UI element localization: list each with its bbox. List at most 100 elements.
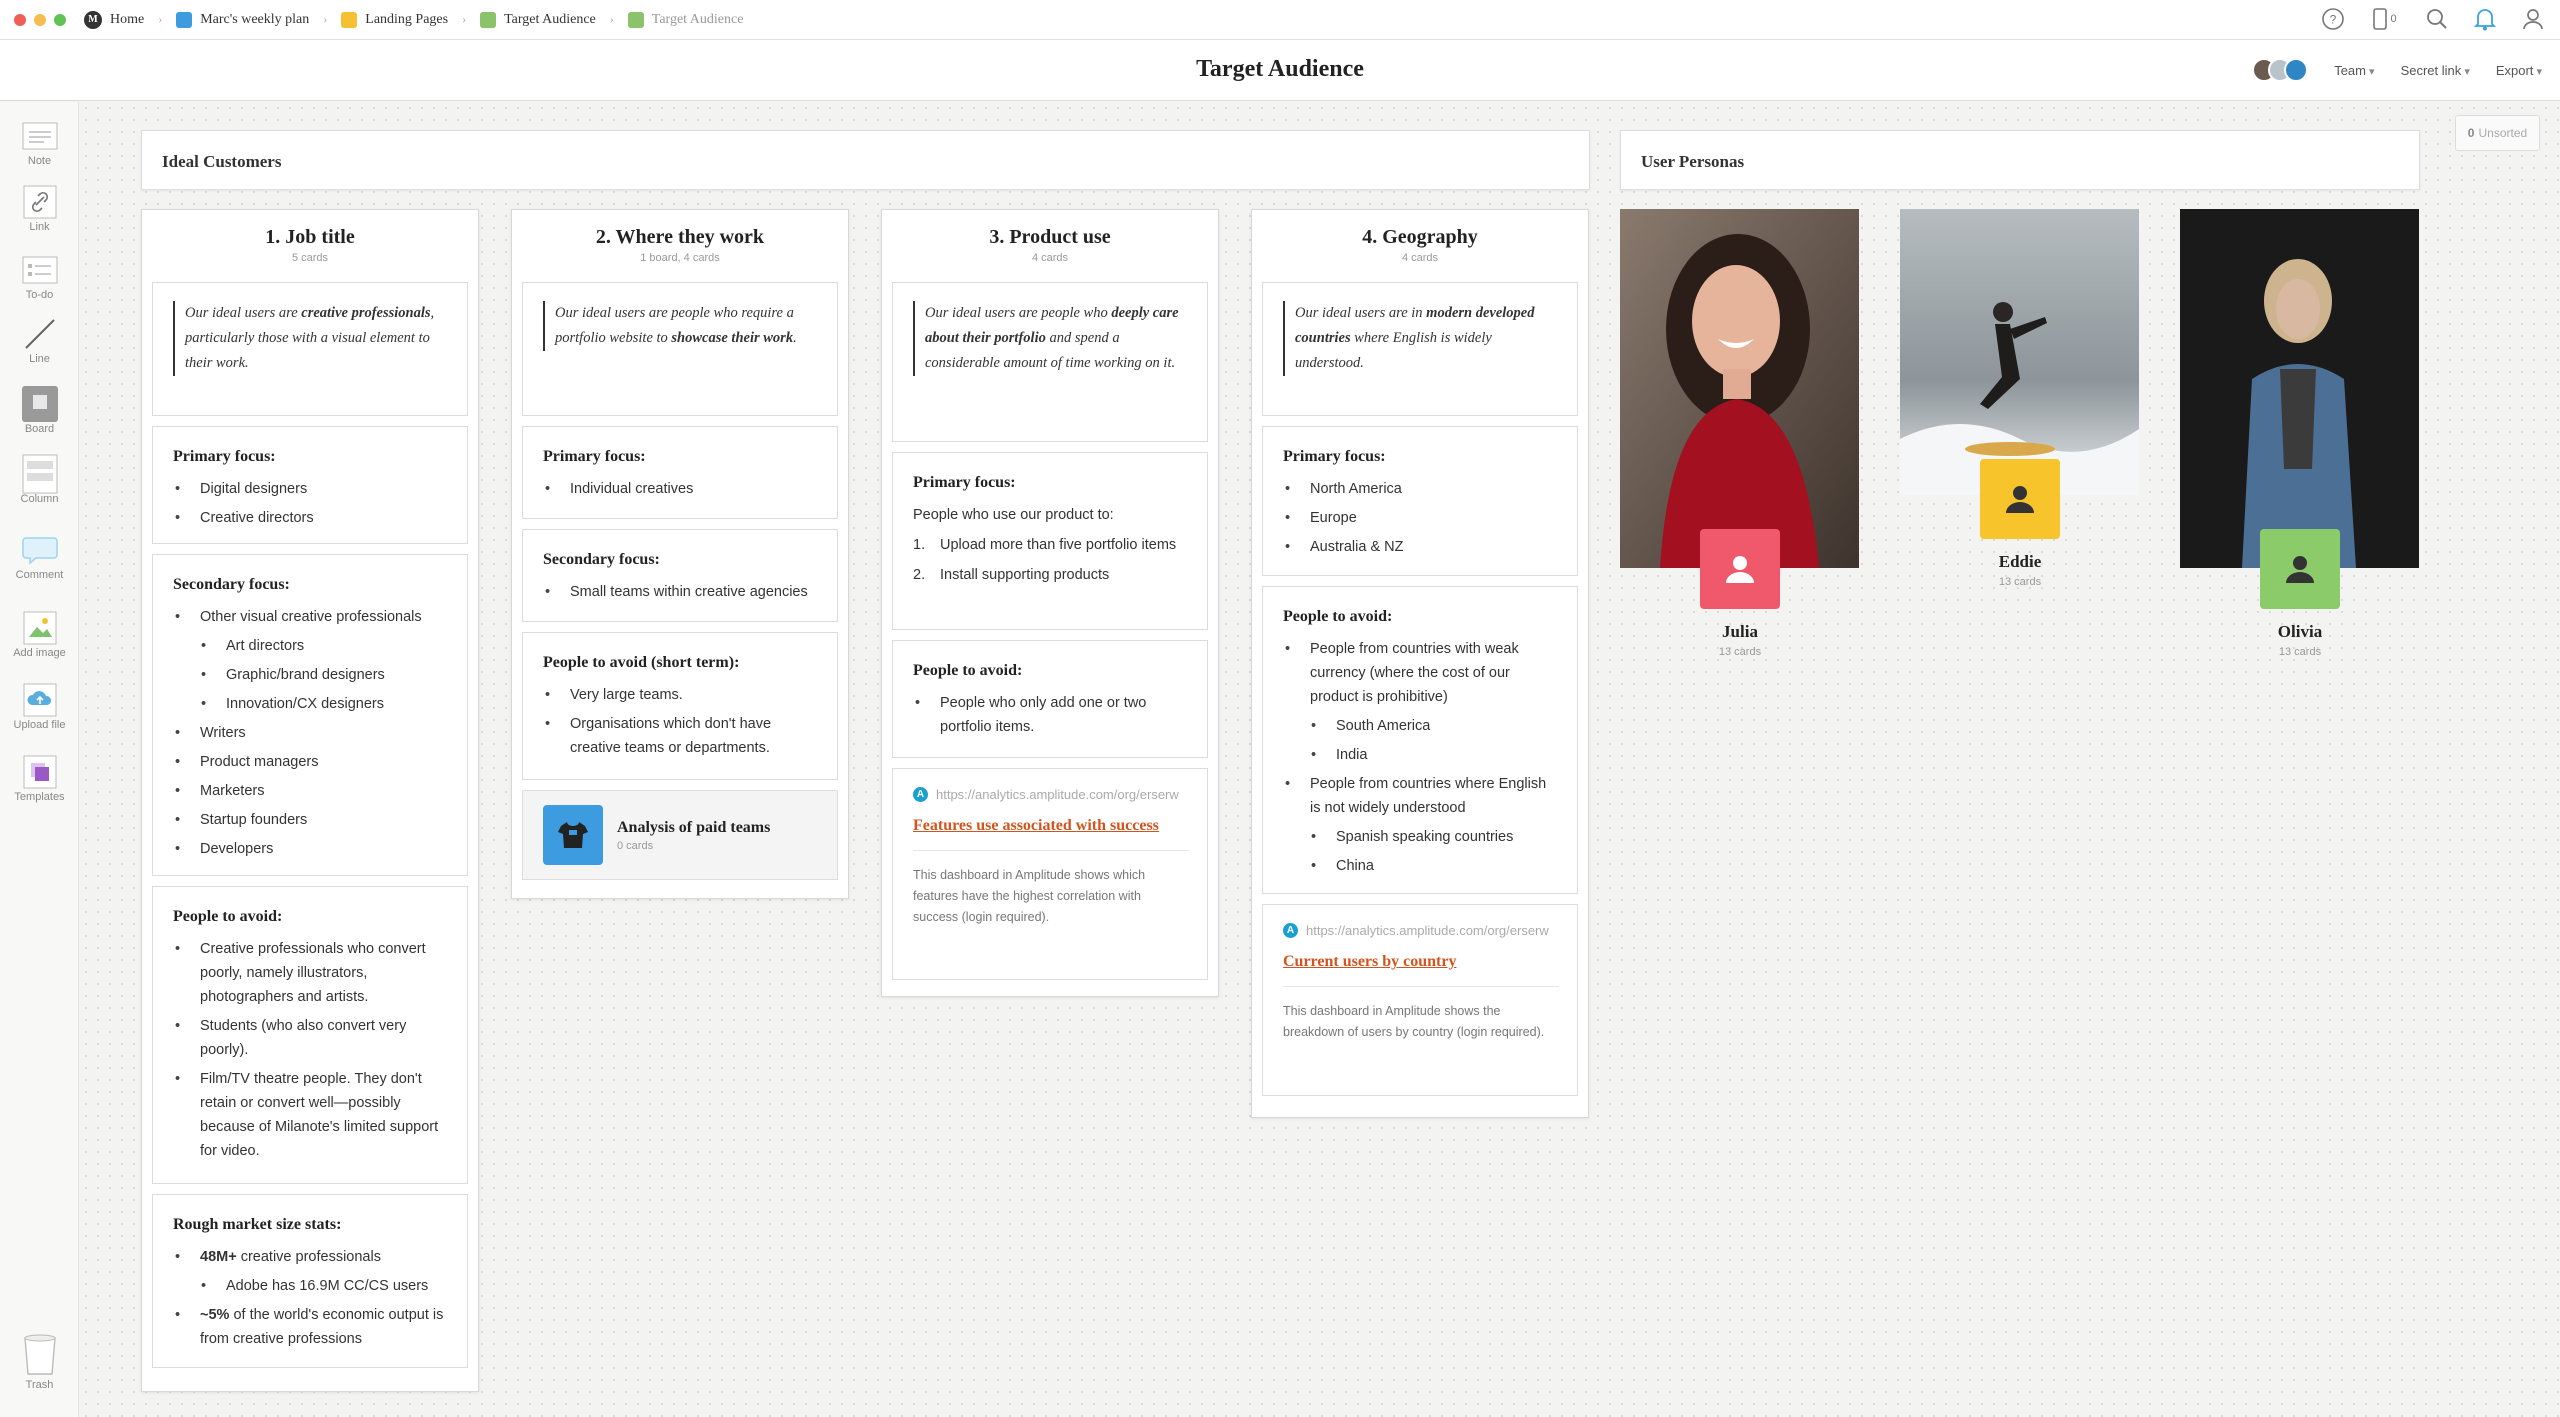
persona-photo-eddie[interactable] xyxy=(1900,209,2139,495)
note-card[interactable]: Primary focus: Individual creatives xyxy=(522,426,838,519)
minimize-window-button[interactable] xyxy=(34,13,46,26)
comment-icon xyxy=(21,534,58,566)
list-item: Small teams within creative agencies xyxy=(543,580,817,604)
page-title[interactable]: Target Audience xyxy=(0,56,2560,83)
breadcrumb-weekly-plan[interactable]: Marc's weekly plan xyxy=(176,11,309,28)
chevron-right-icon: › xyxy=(462,12,467,26)
help-icon[interactable]: ? xyxy=(2320,6,2346,32)
list-item: Developers xyxy=(173,837,447,861)
svg-text:?: ? xyxy=(2330,13,2337,27)
column-geography[interactable]: 4. Geography 4 cards Our ideal users are… xyxy=(1251,209,1589,1118)
tool-note[interactable]: Note xyxy=(0,120,79,167)
list-item: Organisations which don't have creative … xyxy=(543,712,817,760)
list-item: Students (who also convert very poorly). xyxy=(173,1014,447,1062)
column-title: 2. Where they work xyxy=(595,226,765,248)
section-user-personas[interactable]: User Personas xyxy=(1620,130,2420,190)
list-item: Spanish speaking countries xyxy=(1283,825,1557,849)
link-description: This dashboard in Amplitude shows the br… xyxy=(1283,986,1559,1043)
quote-card[interactable]: Our ideal users are people who deeply ca… xyxy=(892,282,1208,442)
persona-photo-olivia[interactable] xyxy=(2180,209,2419,568)
avatar xyxy=(2284,58,2309,82)
breadcrumb-home[interactable]: M Home xyxy=(84,10,144,29)
tool-board[interactable]: Board xyxy=(0,386,79,435)
tshirt-icon xyxy=(543,805,603,865)
list-item: South America xyxy=(1283,714,1557,738)
note-card[interactable]: People to avoid (short term): Very large… xyxy=(522,632,838,780)
amplitude-icon: A xyxy=(913,787,928,802)
section-ideal-customers[interactable]: Ideal Customers xyxy=(141,130,1590,190)
link-title[interactable]: Features use associated with success xyxy=(913,816,1189,836)
list-item: Innovation/CX designers xyxy=(173,692,447,716)
tool-add-image[interactable]: Add image xyxy=(0,611,79,659)
note-card[interactable]: People to avoid: People from countries w… xyxy=(1262,586,1578,894)
maximize-window-button[interactable] xyxy=(54,13,66,26)
list-item: Startup founders xyxy=(173,808,447,832)
list-item: Individual creatives xyxy=(543,477,817,501)
note-card[interactable]: People to avoid: People who only add one… xyxy=(892,640,1208,758)
tool-trash[interactable]: Trash xyxy=(0,1334,79,1391)
top-right-icons: ? 0 xyxy=(2320,6,2546,32)
board-color-icon xyxy=(627,11,644,28)
list-item: Other visual creative professionals xyxy=(173,605,447,629)
board-card-count: 0 cards xyxy=(617,839,654,852)
column-job-title[interactable]: 1. Job title 5 cards Our ideal users are… xyxy=(141,209,479,1392)
mobile-app-icon[interactable]: 0 xyxy=(2368,6,2402,32)
quote-card[interactable]: Our ideal users are creative professiona… xyxy=(152,282,468,416)
notifications-bell-icon[interactable] xyxy=(2472,6,2498,32)
link-card-features-use[interactable]: Ahttps://analytics.amplitude.com/org/ers… xyxy=(892,768,1208,980)
list-item: Europe xyxy=(1283,506,1557,530)
tool-link[interactable]: Link xyxy=(0,185,79,233)
note-card[interactable]: Primary focus: People who use our produc… xyxy=(892,452,1208,630)
breadcrumb-landing-pages[interactable]: Landing Pages xyxy=(341,11,448,28)
tool-comment[interactable]: Comment xyxy=(0,534,79,581)
chevron-right-icon: › xyxy=(323,12,328,26)
unsorted-button[interactable]: 0 Unsorted xyxy=(2455,115,2540,151)
tool-column[interactable]: Column xyxy=(0,454,79,505)
persona-photo-julia[interactable] xyxy=(1620,209,1859,568)
persona-name: Julia xyxy=(1722,622,1758,641)
tool-line[interactable]: Line xyxy=(0,318,79,365)
breadcrumb-target-audience[interactable]: Target Audience xyxy=(480,11,596,28)
note-card[interactable]: Secondary focus: Small teams within crea… xyxy=(522,529,838,622)
column-product-use[interactable]: 3. Product use 4 cards Our ideal users a… xyxy=(881,209,1219,997)
note-card[interactable]: Rough market size stats: 48M+ creative p… xyxy=(152,1194,468,1368)
list-item: Adobe has 16.9M CC/CS users xyxy=(173,1274,447,1298)
list-item: Very large teams. xyxy=(543,683,817,707)
column-card-count: 5 cards xyxy=(291,252,329,264)
persona-badge-olivia[interactable] xyxy=(2260,529,2340,609)
collaborator-avatars[interactable] xyxy=(2252,58,2309,82)
export-dropdown[interactable]: Export xyxy=(2496,63,2542,78)
quote-card[interactable]: Our ideal users are in modern developed … xyxy=(1262,282,1578,416)
link-title[interactable]: Current users by country xyxy=(1283,952,1559,972)
tool-todo[interactable]: To-do xyxy=(0,254,79,301)
line-icon xyxy=(22,318,58,350)
persona-badge-julia[interactable] xyxy=(1700,529,1780,609)
column-where-they-work[interactable]: 2. Where they work 1 board, 4 cards Our … xyxy=(511,209,849,899)
list-item: Creative directors xyxy=(173,506,447,530)
window-controls xyxy=(14,13,66,26)
team-dropdown[interactable]: Team xyxy=(2334,63,2374,78)
secret-link-dropdown[interactable]: Secret link xyxy=(2401,63,2470,78)
tool-templates[interactable]: Templates xyxy=(0,755,79,803)
upload-cloud-icon xyxy=(22,683,58,717)
chevron-right-icon: › xyxy=(158,12,163,26)
search-icon[interactable] xyxy=(2424,6,2450,32)
header-actions: Team Secret link Export xyxy=(2252,58,2542,82)
list-item: Art directors xyxy=(173,634,447,658)
list-item: Marketers xyxy=(173,779,447,803)
link-card-users-by-country[interactable]: Ahttps://analytics.amplitude.com/org/ers… xyxy=(1262,904,1578,1096)
user-account-icon[interactable] xyxy=(2520,6,2546,32)
person-icon xyxy=(2006,486,2034,513)
board-card-paid-teams[interactable]: Analysis of paid teams 0 cards xyxy=(522,790,838,880)
close-window-button[interactable] xyxy=(14,13,26,26)
tool-upload-file[interactable]: Upload file xyxy=(0,683,79,731)
note-card[interactable]: Primary focus: North America Europe Aust… xyxy=(1262,426,1578,576)
note-card[interactable]: People to avoid: Creative professionals … xyxy=(152,886,468,1184)
quote-card[interactable]: Our ideal users are people who require a… xyxy=(522,282,838,416)
list-item: Graphic/brand designers xyxy=(173,663,447,687)
persona-badge-eddie[interactable] xyxy=(1980,459,2060,539)
list-item: People from countries with weak currency… xyxy=(1283,637,1557,709)
note-card[interactable]: Secondary focus: Other visual creative p… xyxy=(152,554,468,876)
note-card[interactable]: Primary focus: Digital designers Creativ… xyxy=(152,426,468,544)
list-item: Film/TV theatre people. They don't retai… xyxy=(173,1067,447,1163)
